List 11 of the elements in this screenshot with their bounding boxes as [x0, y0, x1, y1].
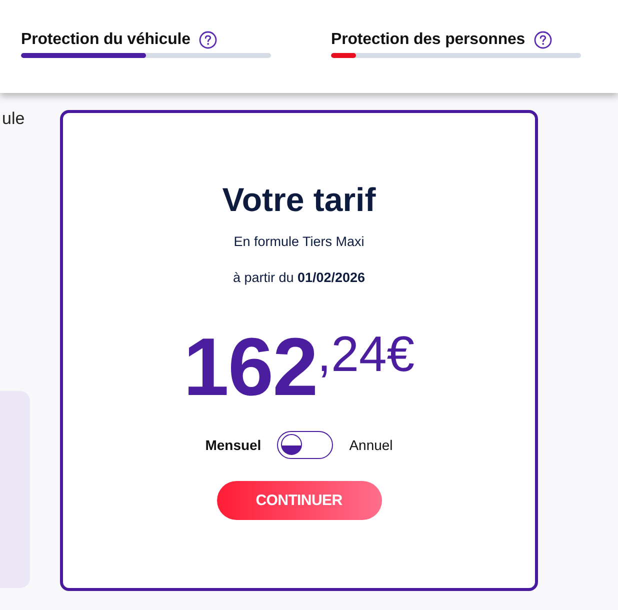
start-date-text: à partir du 01/02/2026 — [232, 269, 366, 287]
billing-toggle[interactable] — [277, 431, 334, 459]
help-icon[interactable] — [534, 31, 552, 49]
billing-option[interactable]: Annuel — [349, 437, 393, 453]
help-icon[interactable] — [199, 31, 218, 49]
quote-title: Votre tarif — [222, 180, 376, 220]
cut-off-text: ule — [2, 109, 26, 129]
billing-option[interactable]: Mensuel — [205, 437, 262, 453]
formula-text: En formule Tiers Maxi — [234, 233, 364, 251]
progress-label: Protection des personnes — [331, 31, 526, 49]
progress-label: Protection du véhicule — [21, 31, 190, 49]
